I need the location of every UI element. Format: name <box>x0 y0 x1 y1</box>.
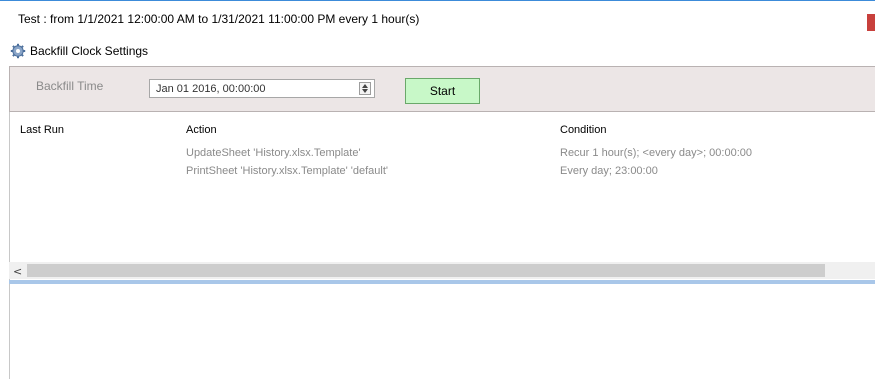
column-header-condition[interactable]: Condition <box>560 124 606 136</box>
backfill-time-label: Backfill Time <box>36 79 104 93</box>
status-indicator <box>867 14 875 31</box>
window-title: Test : from 1/1/2021 12:00:00 AM to 1/31… <box>18 12 420 26</box>
start-button[interactable]: Start <box>405 78 480 104</box>
section-title: Backfill Clock Settings <box>30 44 149 58</box>
spinner-down-icon[interactable] <box>362 89 368 93</box>
column-header-last-run[interactable]: Last Run <box>20 124 64 136</box>
column-header-action[interactable]: Action <box>186 124 217 136</box>
row-action: PrintSheet 'History.xlsx.Template' 'defa… <box>186 165 389 177</box>
spinner-up-icon[interactable] <box>362 84 368 88</box>
horizontal-scrollbar[interactable]: < <box>9 262 875 279</box>
section-header: Backfill Clock Settings <box>10 42 148 60</box>
row-action: UpdateSheet 'History.xlsx.Template' <box>186 147 361 159</box>
output-pane <box>9 284 875 379</box>
backfill-settings-panel: Backfill Time Jan 01 2016, 00:00:00 Star… <box>9 66 875 112</box>
backfill-time-value: Jan 01 2016, 00:00:00 <box>156 83 266 95</box>
gear-icon <box>10 43 26 59</box>
window-title-bar: Test : from 1/1/2021 12:00:00 AM to 1/31… <box>0 0 875 40</box>
scroll-left-icon[interactable]: < <box>13 265 22 278</box>
backfill-time-picker[interactable]: Jan 01 2016, 00:00:00 <box>149 79 375 98</box>
row-condition: Every day; 23:00:00 <box>560 165 658 177</box>
row-condition: Recur 1 hour(s); <every day>; 00:00:00 <box>560 147 752 159</box>
schedule-grid: Last Run Action Condition UpdateSheet 'H… <box>9 112 875 280</box>
scrollbar-thumb[interactable] <box>27 264 825 277</box>
datetime-spinner[interactable] <box>359 82 371 95</box>
